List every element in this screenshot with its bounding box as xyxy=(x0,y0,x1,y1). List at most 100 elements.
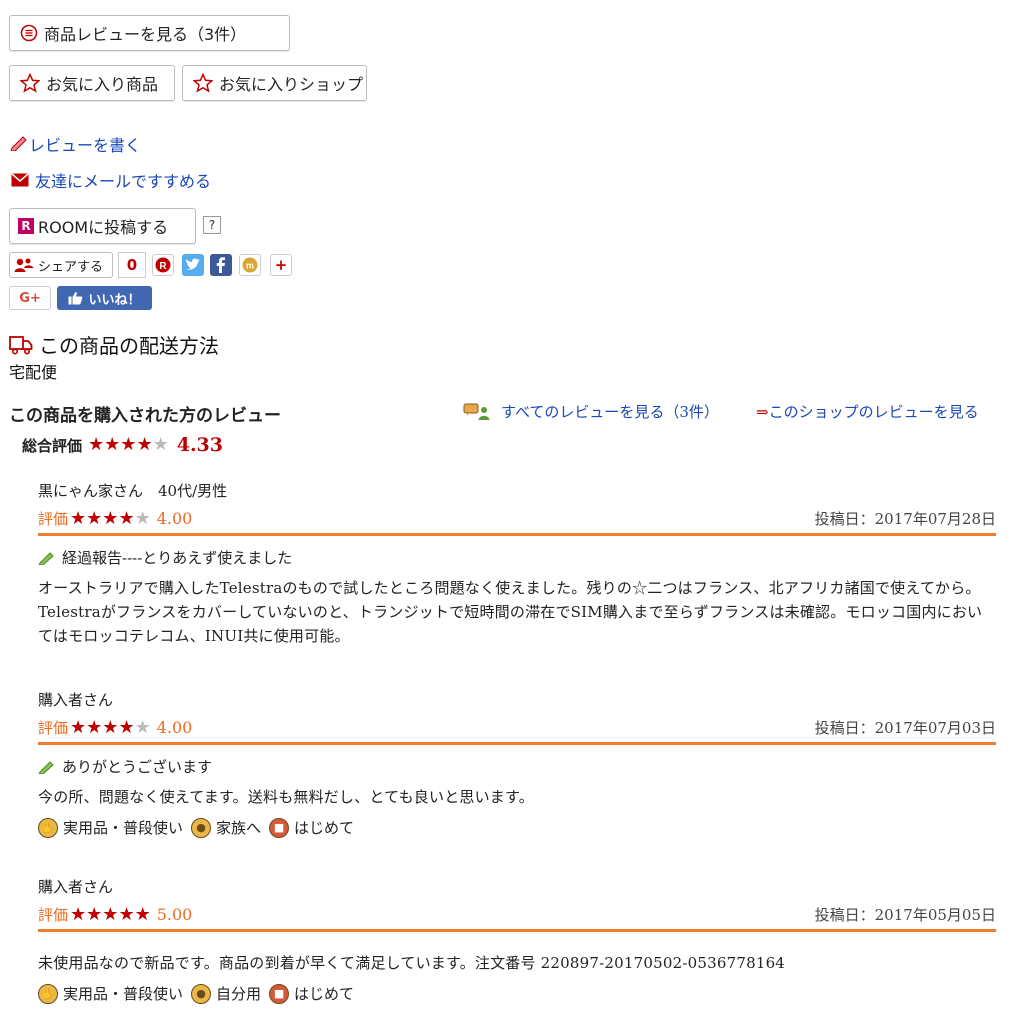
reviewer-name: 購入者さん xyxy=(38,691,114,709)
rating-label: 評価 xyxy=(38,719,69,737)
star-icon: ★ xyxy=(118,903,135,925)
hand-icon: ✋ xyxy=(38,817,58,838)
right-arrow-icon: ⇒ xyxy=(756,403,769,421)
review-body: オーストラリアで購入したTelestraのもので試したところ問題なく使えました。… xyxy=(38,579,983,645)
star-icon: ★ xyxy=(70,903,87,925)
mail-friend-label: 友達にメールですすめる xyxy=(35,172,212,191)
shop-reviews-label: このショップのレビューを見る xyxy=(768,403,979,421)
overall-rating-label: 総合評価 xyxy=(22,436,83,455)
star-icon: ★ xyxy=(134,903,151,925)
review-stars: ★ ★ ★ ★ ★ xyxy=(70,507,151,529)
tag-item: ● 自分用 xyxy=(191,983,261,1004)
rating-row: 評価 ★ ★ ★ ★ ★ 4.00 投稿日：2017年07月28日 xyxy=(38,506,996,536)
star-icon: ★ xyxy=(104,434,121,455)
tag-label: はじめて xyxy=(294,985,355,1003)
tag-label: 実用品・普段使い xyxy=(63,819,184,837)
like-label: いいね！ xyxy=(88,292,141,308)
review-people-icon xyxy=(463,403,493,421)
hand-icon: ✋ xyxy=(38,983,58,1004)
rating-value: 4.00 xyxy=(156,718,193,737)
review-title: 経過報告----とりあえず使えました xyxy=(38,547,996,568)
star-icon: ★ xyxy=(86,716,103,738)
star-icon: ★ xyxy=(88,434,105,455)
review-item: 購入者さん 評価 ★ ★ ★ ★ ★ 4.00 投稿日：2017年07月03日 ありがと… xyxy=(38,689,996,838)
room-post-label: ROOMに投稿する xyxy=(38,218,169,237)
overall-score: 4.33 xyxy=(176,434,223,456)
view-reviews-button[interactable]: 商品レビューを見る（3件） xyxy=(9,15,290,51)
room-post-button[interactable]: R ROOMに投稿する xyxy=(9,208,196,244)
rating-row: 評価 ★ ★ ★ ★ ★ 4.00 投稿日：2017年07月03日 xyxy=(38,715,996,745)
delivery-truck-icon xyxy=(9,334,33,356)
tag-item: ■ はじめて xyxy=(269,983,354,1004)
review-item: 購入者さん 評価 ★ ★ ★ ★ ★ 5.00 投稿日：2017年05月05日 未使用品… xyxy=(38,876,996,1004)
favorite-shop-button[interactable]: お気に入りショップ xyxy=(182,65,367,101)
review-body: 今の所、問題なく使えてます。送料も無料だし、とても良いと思います。 xyxy=(38,788,534,806)
plus-icon[interactable]: + xyxy=(270,254,292,276)
facebook-icon[interactable] xyxy=(210,254,232,276)
view-reviews-label: 商品レビューを見る（3件） xyxy=(44,25,247,44)
overall-rating: 総合評価 ★ ★ ★ ★ ★ 4.33 xyxy=(22,434,223,456)
svg-text:m: m xyxy=(246,261,254,271)
favorite-item-button[interactable]: お気に入り商品 xyxy=(9,65,175,101)
post-date: 投稿日：2017年07月03日 xyxy=(814,719,996,737)
favorite-shop-label: お気に入りショップ xyxy=(219,75,364,94)
room-help-button[interactable]: ? xyxy=(203,216,221,234)
shipping-title-text: この商品の配送方法 xyxy=(39,334,219,358)
review-title-text: 経過報告----とりあえず使えました xyxy=(62,549,293,567)
shipping-title: この商品の配送方法 xyxy=(9,330,219,359)
post-date: 投稿日：2017年05月05日 xyxy=(814,906,996,924)
review-title-text: ありがとうございます xyxy=(62,758,213,776)
person-icon: ● xyxy=(191,983,212,1004)
mail-friend-link[interactable]: 友達にメールですすめる xyxy=(11,168,211,192)
star-icon: ★ xyxy=(120,434,137,455)
reviews-section-title: この商品を購入された方のレビュー xyxy=(9,406,281,426)
facebook-like-button[interactable]: いいね！ xyxy=(57,286,152,310)
share-label: シェアする xyxy=(38,259,104,275)
star-icon: ★ xyxy=(136,434,153,455)
tag-item: ✋ 実用品・普段使い xyxy=(38,983,183,1004)
mixi-icon[interactable]: m xyxy=(239,254,261,276)
star-icon: ★ xyxy=(134,507,151,529)
star-icon: ★ xyxy=(134,716,151,738)
overall-stars: ★ ★ ★ ★ ★ xyxy=(88,436,169,454)
share-count: 0 xyxy=(118,252,146,278)
write-review-link[interactable]: レビューを書く xyxy=(9,132,141,156)
star-icon: ★ xyxy=(70,716,87,738)
person-icon: ● xyxy=(191,817,212,838)
post-date: 投稿日：2017年07月28日 xyxy=(814,510,996,528)
star-outline-icon xyxy=(193,73,213,93)
all-reviews-link[interactable]: すべてのレビューを見る（3件） xyxy=(463,401,719,422)
gift-icon: ■ xyxy=(269,983,290,1004)
all-reviews-label: すべてのレビューを見る（3件） xyxy=(501,403,719,421)
tag-item: ● 家族へ xyxy=(191,817,261,838)
tag-label: 家族へ xyxy=(216,819,262,837)
rating-label: 評価 xyxy=(38,906,69,924)
speech-bubble-icon xyxy=(20,24,38,42)
star-icon: ★ xyxy=(70,507,87,529)
review-item: 黒にゃん家さん 40代/男性 評価 ★ ★ ★ ★ ★ 4.00 投稿日：2017年07… xyxy=(38,480,996,648)
reviewer-name: 黒にゃん家さん 40代/男性 xyxy=(38,482,228,500)
star-icon: ★ xyxy=(102,507,119,529)
reviewer-name: 購入者さん xyxy=(38,878,114,896)
shop-reviews-link[interactable]: ⇒このショップのレビューを見る xyxy=(756,401,979,422)
rating-value: 4.00 xyxy=(156,509,193,528)
tag-label: 実用品・普段使い xyxy=(63,985,184,1003)
review-body: 未使用品なので新品です。商品の到着が早くて満足しています。注文番号 220897… xyxy=(38,954,786,972)
star-icon: ★ xyxy=(118,507,135,529)
rating-row: 評価 ★ ★ ★ ★ ★ 5.00 投稿日：2017年05月05日 xyxy=(38,902,996,932)
envelope-icon xyxy=(11,173,29,187)
google-plus-button[interactable]: G+ xyxy=(9,286,51,310)
gift-icon: ■ xyxy=(269,817,290,838)
pencil-icon xyxy=(9,133,29,155)
review-stars: ★ ★ ★ ★ ★ xyxy=(70,903,151,925)
star-icon: ★ xyxy=(86,507,103,529)
share-button[interactable]: シェアする xyxy=(9,252,113,278)
shipping-method: 宅配便 xyxy=(9,363,58,382)
twitter-icon[interactable] xyxy=(182,254,204,276)
review-stars: ★ ★ ★ ★ ★ xyxy=(70,716,151,738)
star-icon: ★ xyxy=(152,434,169,455)
star-icon: ★ xyxy=(102,716,119,738)
rakuten-share-icon[interactable]: R xyxy=(152,254,174,276)
review-title: ありがとうございます xyxy=(38,756,996,777)
review-tags: ✋ 実用品・普段使い ● 自分用 ■ はじめて xyxy=(38,983,996,1004)
